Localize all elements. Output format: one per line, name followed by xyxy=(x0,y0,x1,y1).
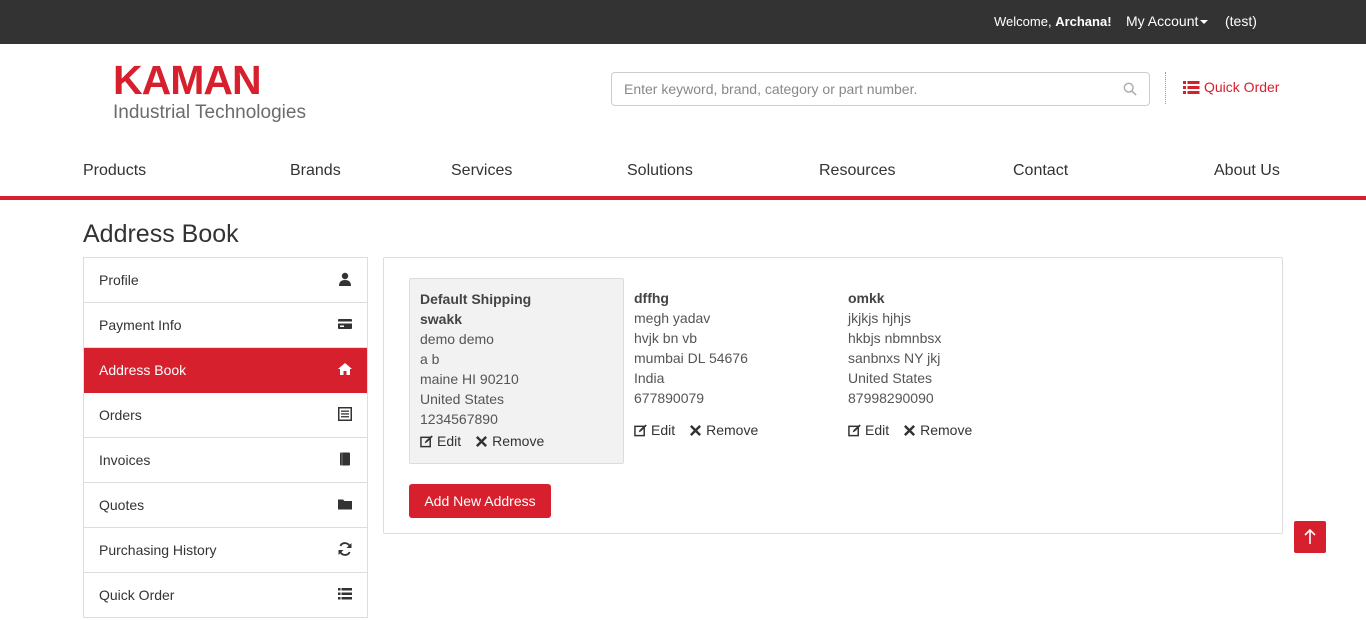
sidebar-item-payment-info[interactable]: Payment Info xyxy=(84,303,367,348)
sidebar-item-label: Purchasing History xyxy=(99,542,217,558)
address-line: sanbnxs NY jkj xyxy=(848,350,941,366)
list-alt-icon xyxy=(338,407,352,421)
search-input[interactable] xyxy=(612,73,1092,105)
user-icon xyxy=(339,272,351,286)
edit-button[interactable]: Edit xyxy=(420,431,461,451)
logo-subtitle: Industrial Technologies xyxy=(113,102,306,123)
sidebar-item-profile[interactable]: Profile xyxy=(84,258,367,303)
address-name: omkk xyxy=(848,290,885,306)
address-card: omkk jkjkjs hjhjs hkbjs nbmnbsx sanbnxs … xyxy=(848,288,972,440)
sidebar-item-invoices[interactable]: Invoices xyxy=(84,438,367,483)
address-line: jkjkjs hjhjs xyxy=(848,310,912,326)
divider xyxy=(1165,72,1166,104)
sidebar-item-label: Profile xyxy=(99,272,139,288)
home-icon xyxy=(338,363,352,375)
nav-brands[interactable]: Brands xyxy=(290,162,341,180)
address-line: India xyxy=(634,370,665,386)
nav-contact[interactable]: Contact xyxy=(1013,162,1068,180)
user-name: Archana! xyxy=(1055,14,1112,29)
edit-label: Edit xyxy=(651,422,676,438)
address-phone: 677890079 xyxy=(634,390,705,406)
sidebar-item-orders[interactable]: Orders xyxy=(84,393,367,438)
address-line: demo demo xyxy=(420,331,494,347)
nav-resources[interactable]: Resources xyxy=(819,162,895,180)
address-actions: Edit Remove xyxy=(634,420,758,440)
address-name: dffhg xyxy=(634,290,669,306)
sidebar-item-label: Orders xyxy=(99,407,142,423)
quick-order-link[interactable]: Quick Order xyxy=(1183,79,1279,95)
close-icon xyxy=(904,424,916,436)
refresh-icon xyxy=(338,542,352,556)
address-actions: Edit Remove xyxy=(848,420,972,440)
arrow-up-icon xyxy=(1304,529,1316,544)
edit-icon xyxy=(420,434,433,447)
address-heading: Default Shipping xyxy=(420,291,532,307)
main-nav: Products Brands Services Solutions Resou… xyxy=(0,150,1366,200)
edit-button[interactable]: Edit xyxy=(848,420,889,440)
edit-button[interactable]: Edit xyxy=(634,420,675,440)
address-line: hvjk bn vb xyxy=(634,330,698,346)
address-name: swakk xyxy=(420,311,463,327)
logo-brand: KAMAN xyxy=(113,57,262,103)
top-bar: Welcome, Archana! My Account (test) xyxy=(0,0,1366,44)
test-label[interactable]: (test) xyxy=(1225,13,1257,29)
remove-button[interactable]: Remove xyxy=(689,420,758,440)
sidebar-item-label: Address Book xyxy=(99,362,187,378)
address-actions: Edit Remove xyxy=(420,431,613,451)
address-line: United States xyxy=(848,370,933,386)
remove-label: Remove xyxy=(492,433,545,449)
book-icon xyxy=(340,452,350,466)
sidebar-item-label: Invoices xyxy=(99,452,151,468)
page-title: Address Book xyxy=(83,220,239,248)
address-phone: 87998290090 xyxy=(848,390,934,406)
caret-down-icon xyxy=(1200,20,1209,25)
sidebar-item-quotes[interactable]: Quotes xyxy=(84,483,367,528)
list-icon xyxy=(338,588,352,600)
my-account-label: My Account xyxy=(1126,13,1199,29)
nav-products[interactable]: Products xyxy=(83,162,146,180)
sidebar-item-quick-order[interactable]: Quick Order xyxy=(84,573,367,618)
address-line: hkbjs nbmnbsx xyxy=(848,330,942,346)
list-icon xyxy=(1183,80,1200,94)
nav-about-us[interactable]: About Us xyxy=(1214,162,1280,180)
back-to-top-button[interactable] xyxy=(1294,521,1326,553)
quick-order-label: Quick Order xyxy=(1204,79,1280,95)
sidebar-item-label: Quick Order xyxy=(99,587,175,603)
address-card-default: Default Shipping swakk demo demo a b mai… xyxy=(409,278,624,464)
welcome-text: Welcome, Archana! xyxy=(994,14,1112,29)
address-line: mumbai DL 54676 xyxy=(634,350,748,366)
sidebar-item-purchasing-history[interactable]: Purchasing History xyxy=(84,528,367,573)
close-icon xyxy=(690,424,702,436)
folder-icon xyxy=(338,499,352,510)
edit-icon xyxy=(634,423,647,436)
nav-services[interactable]: Services xyxy=(451,162,512,180)
close-icon xyxy=(476,435,488,447)
sidebar-item-label: Payment Info xyxy=(99,317,182,333)
search-icon[interactable] xyxy=(1123,82,1137,96)
add-new-address-button[interactable]: Add New Address xyxy=(409,484,551,518)
address-line: megh yadav xyxy=(634,310,711,326)
address-line: maine HI 90210 xyxy=(420,371,519,387)
remove-label: Remove xyxy=(920,422,973,438)
account-sidebar: Profile Payment Info Address Book Orders… xyxy=(83,257,368,618)
edit-icon xyxy=(848,423,861,436)
remove-button[interactable]: Remove xyxy=(475,431,544,451)
sidebar-item-address-book[interactable]: Address Book xyxy=(84,348,367,393)
credit-card-icon xyxy=(338,319,352,329)
welcome-prefix: Welcome, xyxy=(994,14,1052,29)
address-line: United States xyxy=(420,391,505,407)
my-account-dropdown[interactable]: My Account xyxy=(1126,13,1209,29)
logo[interactable]: KAMAN Industrial Technologies xyxy=(113,60,306,124)
remove-button[interactable]: Remove xyxy=(903,420,972,440)
address-phone: 1234567890 xyxy=(420,411,498,427)
address-card: dffhg megh yadav hvjk bn vb mumbai DL 54… xyxy=(634,288,758,440)
search-box xyxy=(611,72,1150,106)
sidebar-item-label: Quotes xyxy=(99,497,145,513)
remove-label: Remove xyxy=(706,422,759,438)
address-line: a b xyxy=(420,351,440,367)
edit-label: Edit xyxy=(865,422,890,438)
edit-label: Edit xyxy=(437,433,462,449)
nav-solutions[interactable]: Solutions xyxy=(627,162,693,180)
